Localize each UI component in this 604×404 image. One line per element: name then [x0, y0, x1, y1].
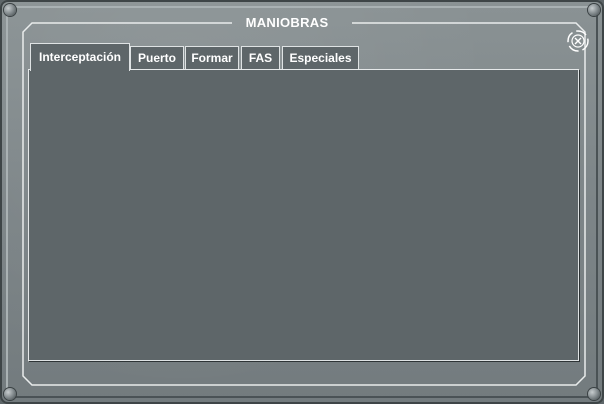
maniobras-window: MANIOBRAS Interceptación Puerto Formar F… — [0, 0, 604, 404]
tab-formar[interactable]: Formar — [185, 46, 239, 69]
tab-interceptacion[interactable]: Interceptación — [30, 43, 130, 71]
tab-fas[interactable]: FAS — [241, 46, 280, 69]
close-button[interactable] — [565, 28, 591, 54]
tab-puerto[interactable]: Puerto — [130, 46, 184, 69]
tab-content-panel — [28, 69, 580, 362]
close-icon — [567, 30, 589, 52]
tab-especiales[interactable]: Especiales — [282, 46, 359, 69]
window-title: MANIOBRAS — [245, 15, 329, 30]
